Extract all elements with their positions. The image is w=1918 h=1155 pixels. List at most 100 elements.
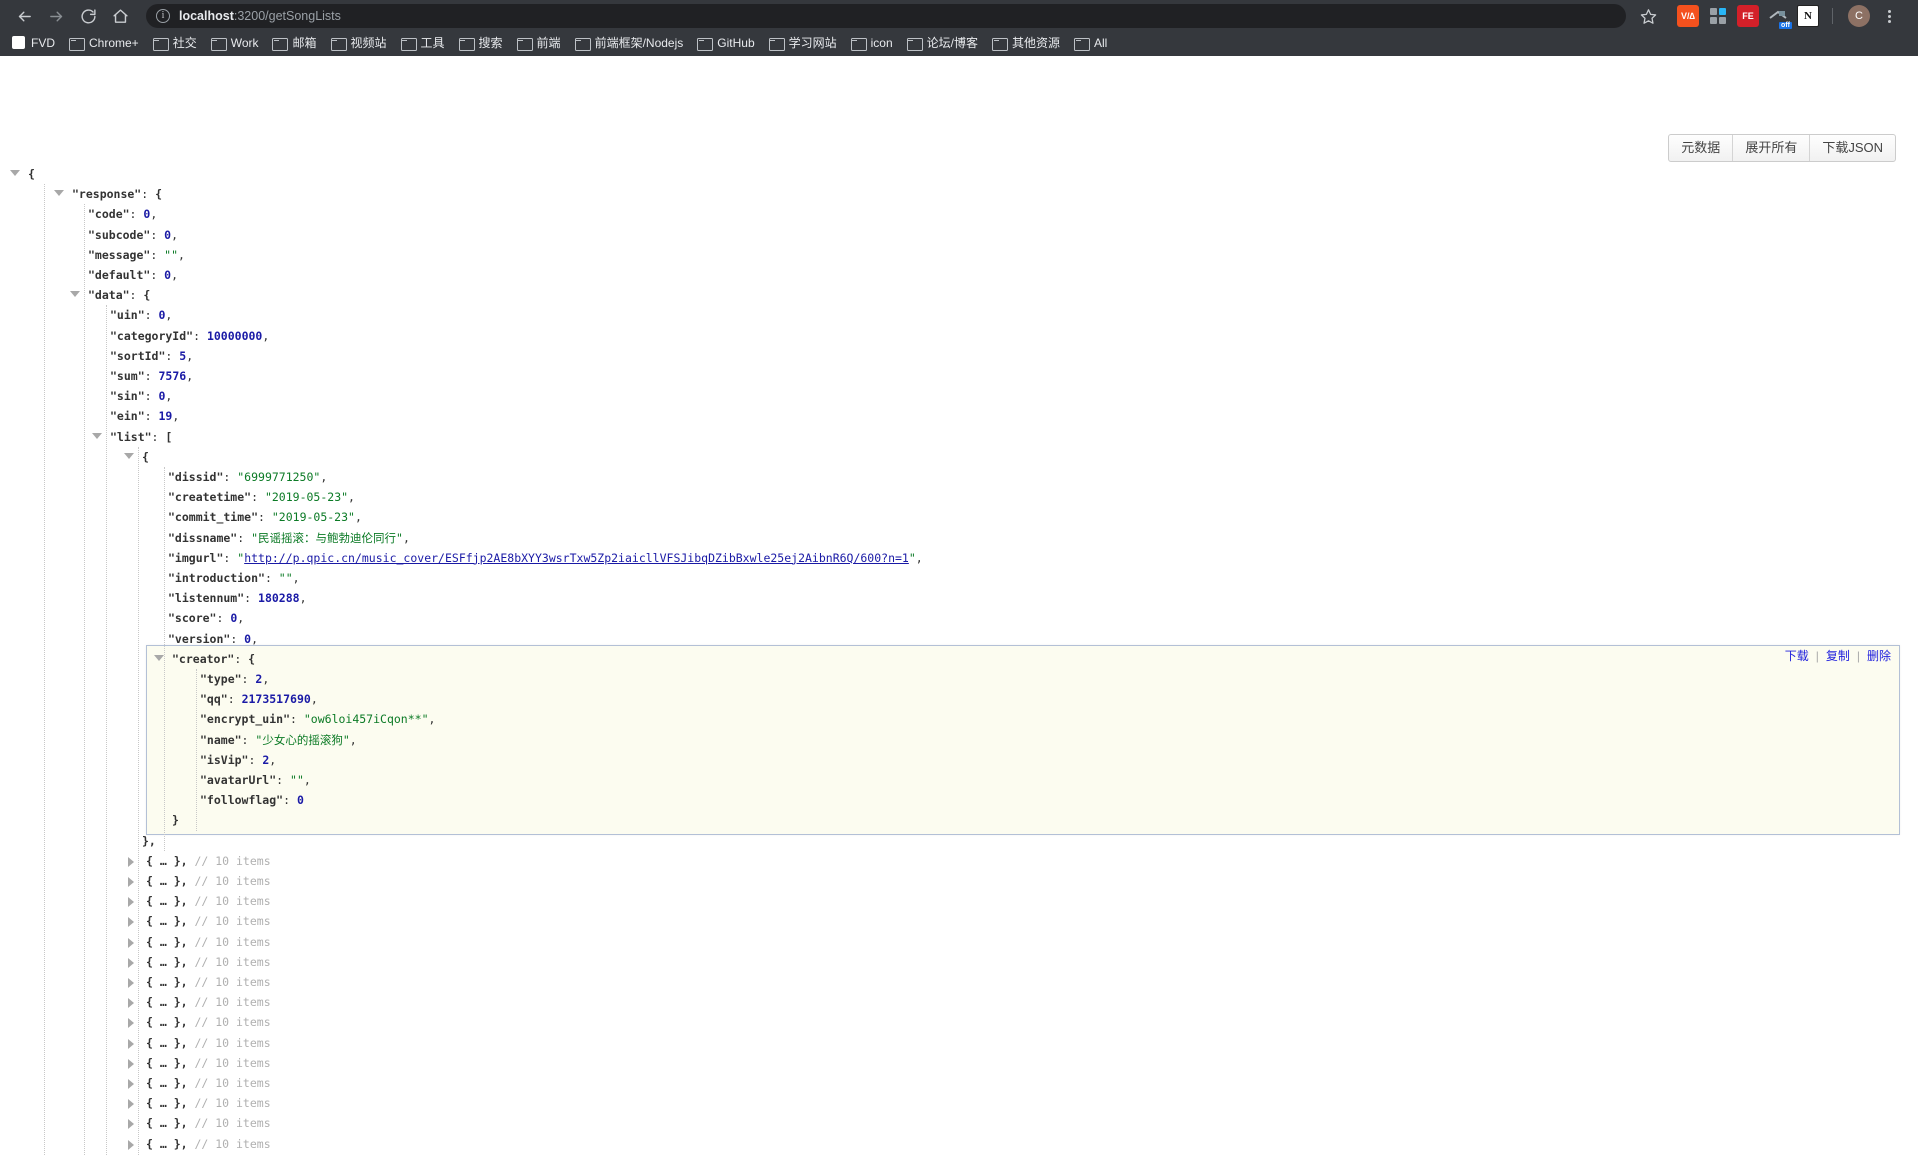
json-row-creator-qq: "qq": 2173517690, [0,689,1918,709]
chrome-menu-icon[interactable] [1879,9,1899,23]
address-bar-url: localhost:3200/getSongLists [179,9,341,23]
json-tree: 下载 | 复制 | 删除{"response": {"code": 0, "subcode… [0,164,1918,1155]
json-row-content: "categoryId": 10000000, [110,326,269,346]
json-key-imgurl: "imgurl" [168,550,224,565]
site-info-icon[interactable]: i [156,9,170,23]
fe-extension-icon[interactable]: FE [1737,5,1759,27]
expand-triangle-icon[interactable] [128,877,134,887]
proxy-switch-extension-icon[interactable]: off [1767,5,1792,29]
expand-triangle-icon[interactable] [128,1058,134,1069]
json-row-collapsed-item[interactable]: { … }, // 10 items [0,1093,1918,1113]
json-row-code: "code": 0, [0,204,1918,224]
json-row-collapsed-item[interactable]: { … }, // 10 items [0,972,1918,992]
expand-triangle-icon[interactable] [128,957,134,968]
json-key-data: "data" [88,288,130,303]
expand-triangle-icon[interactable] [128,998,134,1009]
expand-triangle-icon[interactable] [128,1139,134,1150]
back-arrow-icon[interactable] [10,2,38,30]
json-comma: , [915,550,923,565]
bookmark-item-前端框架/Nodejs[interactable]: 前端框架/Nodejs [574,34,683,51]
reload-icon[interactable] [74,2,102,30]
expand-triangle-icon[interactable] [128,917,134,928]
bookmark-label: Chrome+ [89,35,139,50]
json-row-content: "default": 0, [88,265,178,285]
expand-triangle-icon[interactable] [128,1018,134,1029]
notion-extension-icon[interactable]: N [1797,5,1819,27]
expand-triangle-icon[interactable] [128,937,134,948]
expand-triangle-icon[interactable] [128,1099,134,1110]
bookmark-item-FVD[interactable]: FVD [12,36,55,50]
json-brace: { [155,187,163,202]
expand-triangle-icon[interactable] [128,1079,134,1089]
json-row-collapsed-item[interactable]: { … }, // 10 items [0,1053,1918,1073]
json-row-collapsed-item[interactable]: { … }, // 10 items [0,871,1918,891]
avatar[interactable]: C [1848,5,1870,27]
bookmark-star-icon[interactable] [1634,2,1662,30]
json-key-ein: "ein" [110,409,145,424]
json-link-imgurl[interactable]: http://p.qpic.cn/music_cover/ESFfjp2AE8b… [244,551,909,565]
forward-arrow-icon[interactable] [42,2,70,30]
bookmark-item-社交[interactable]: 社交 [152,34,197,51]
json-row-creator-close: } [0,810,1918,830]
json-row-collapsed-item[interactable]: { … }, // 10 items [0,1033,1918,1053]
collapse-triangle-icon[interactable] [124,452,134,459]
expand-all-button[interactable]: 展开所有 [1732,135,1809,161]
folder-icon [850,37,867,51]
json-row-collapsed-item[interactable]: { … }, // 10 items [0,891,1918,911]
bookmark-item-Work[interactable]: Work [210,36,258,51]
expand-triangle-icon[interactable] [128,1119,134,1130]
bookmark-item-搜索[interactable]: 搜索 [458,34,503,51]
bookmark-item-前端[interactable]: 前端 [516,34,561,51]
json-colon: : [144,409,159,424]
expand-triangle-icon[interactable] [128,897,134,908]
bookmark-item-学习网站[interactable]: 学习网站 [768,34,837,51]
metadata-button[interactable]: 元数据 [1669,135,1732,161]
json-row-collapsed-item[interactable]: { … }, // 10 items [0,911,1918,931]
address-bar[interactable]: i localhost:3200/getSongLists [146,4,1626,28]
bookmark-item-邮箱[interactable]: 邮箱 [272,34,317,51]
bookmark-label: 论坛/博客 [926,36,978,50]
collapse-triangle-icon[interactable] [92,432,102,439]
json-comma: , [262,328,270,343]
apps-grid-extension-icon[interactable] [1707,5,1729,27]
folder-icon [69,37,85,51]
json-colon: : [258,510,272,525]
json-row-content: { … }, // 10 items [146,1134,271,1154]
bookmark-item-其他资源[interactable]: 其他资源 [992,34,1060,51]
json-row-collapsed-item[interactable]: { … }, // 10 items [0,1113,1918,1133]
bookmark-label: All [1094,35,1108,50]
json-row-collapsed-item[interactable]: { … }, // 10 items [0,1012,1918,1032]
json-row-collapsed-item[interactable]: { … }, // 10 items [0,932,1918,952]
bookmark-label: 邮箱 [292,36,317,50]
expand-triangle-icon[interactable] [128,856,134,867]
json-row-imgurl: "imgurl": "http://p.qpic.cn/music_cover/… [0,548,1918,568]
collapse-triangle-icon[interactable] [70,291,80,298]
download-json-button[interactable]: 下载JSON [1809,135,1895,161]
indent-guide [138,446,139,1155]
json-row-collapsed-item[interactable]: { … }, // 10 items [0,952,1918,972]
json-value-categoryId: 10000000 [206,328,263,343]
v2ex-extension-icon[interactable]: V/∆ [1677,5,1699,27]
bookmark-item-icon[interactable]: icon [850,36,893,51]
bookmark-item-工具[interactable]: 工具 [400,34,445,51]
collapse-triangle-icon[interactable] [10,170,20,176]
json-row-content: "name": "少女心的摇滚狗", [200,730,357,750]
expand-triangle-icon[interactable] [128,1038,134,1049]
json-collapsed-comment: // 10 items [187,934,271,949]
json-comma: , [186,369,194,383]
home-icon[interactable] [106,2,134,30]
expand-triangle-icon[interactable] [128,978,134,988]
json-comma: , [354,510,362,525]
bookmark-item-All[interactable]: All [1074,35,1108,51]
json-row-collapsed-item[interactable]: { … }, // 10 items [0,1073,1918,1093]
collapse-triangle-icon[interactable] [154,654,164,661]
bookmark-item-论坛/博客[interactable]: 论坛/博客 [906,34,978,51]
json-row-collapsed-item[interactable]: { … }, // 10 items [0,851,1918,871]
json-collapsed-comment: // 10 items [187,1076,271,1090]
collapse-triangle-icon[interactable] [54,190,64,197]
bookmark-item-视频站[interactable]: 视频站 [330,34,387,51]
json-row-collapsed-item[interactable]: { … }, // 10 items [0,992,1918,1012]
json-row-collapsed-item[interactable]: { … }, // 10 items [0,1134,1918,1154]
bookmark-item-Chrome+[interactable]: Chrome+ [69,35,139,51]
bookmark-item-GitHub[interactable]: GitHub [697,36,755,51]
